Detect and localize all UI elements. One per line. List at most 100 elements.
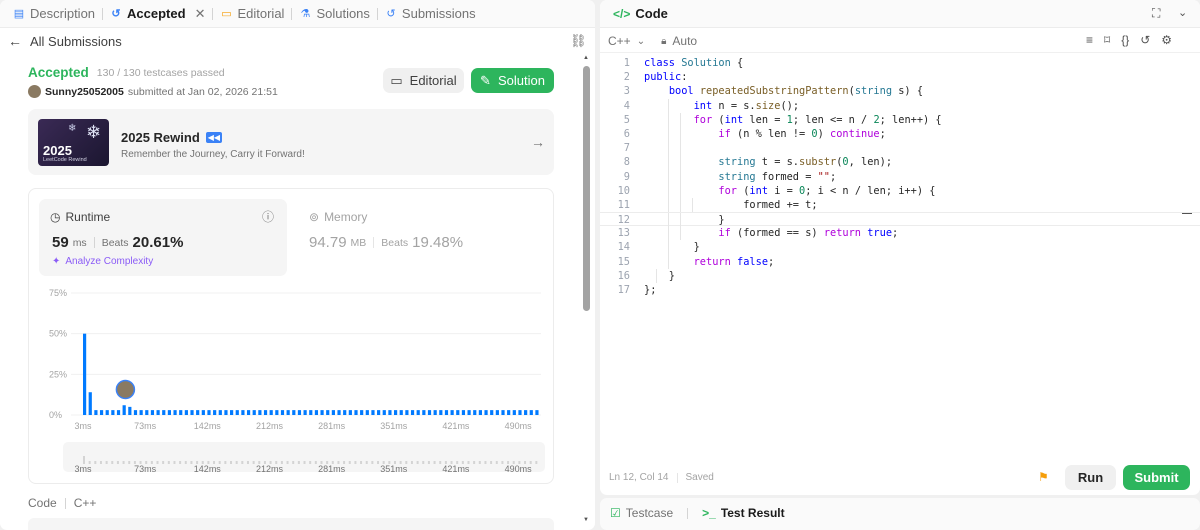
auto-mode-toggle[interactable]: Auto	[672, 34, 697, 48]
chart-bar	[360, 410, 364, 415]
line-number: 4	[623, 99, 630, 112]
settings-icon[interactable]: ⚙	[1161, 33, 1172, 47]
navigator-bar	[116, 461, 119, 464]
scrollbar-thumb[interactable]	[583, 66, 590, 311]
scroll-up-icon[interactable]: ▲	[583, 55, 589, 61]
navigator-bar	[190, 461, 193, 464]
description-panel: ▤ Description ↺ Accepted ✕ ▭ Editorial ⚗ Solu…	[0, 0, 595, 530]
chart-bar	[139, 410, 143, 415]
link-icon[interactable]: ⛓	[570, 33, 587, 49]
navigator-bar	[99, 461, 102, 464]
tab-testcase[interactable]: ☑ Testcase	[610, 506, 673, 520]
code-line[interactable]: 4 int n = s.size();	[600, 98, 1200, 113]
left-tab-bar: ▤ Description ↺ Accepted ✕ ▭ Editorial ⚗ Solu…	[0, 0, 595, 28]
code-line[interactable]: 2 public:	[600, 70, 1200, 84]
code-line[interactable]: 6 if (n % len != 0) continue;	[600, 126, 1200, 142]
code-line[interactable]: 7	[600, 141, 1200, 156]
navigator-tick-label: 351ms	[380, 464, 408, 474]
line-number: 15	[617, 255, 630, 268]
tab-editorial[interactable]: ▭ Editorial	[215, 6, 289, 21]
code-line[interactable]: 17};	[600, 283, 1200, 297]
code-line[interactable]: 16 }	[600, 268, 1200, 283]
line-number: 7	[623, 142, 630, 155]
rewind-banner[interactable]: ❄ ❄ 2025 LeetCode Rewind 2025 Rewind ◀◀ …	[28, 109, 554, 175]
navigator-bar	[167, 461, 170, 464]
chart-bar	[269, 410, 273, 415]
run-button[interactable]: Run	[1065, 465, 1116, 490]
code-line[interactable]: 8 string t = s.substr(0, len);	[600, 155, 1200, 170]
history-icon: ↺	[386, 7, 396, 20]
chart-bar	[252, 410, 256, 415]
navigator-tick-label: 142ms	[194, 464, 222, 474]
code-text: if (n % len != 0) continue;	[718, 127, 886, 140]
code-line[interactable]: 10 for (int i = 0; i < n / len; i++) {	[600, 183, 1200, 198]
tab-code[interactable]: </> Code	[608, 6, 673, 21]
runtime-distribution-chart[interactable]: 75% 50% 25% 0% 3ms 73ms 142ms 212ms 281ms 351ms 42…	[29, 189, 555, 485]
tab-description[interactable]: ▤ Description	[8, 6, 100, 21]
code-text: }	[644, 214, 725, 227]
username[interactable]: Sunny25052005	[45, 86, 124, 98]
maximize-icon[interactable]: ⛶	[1152, 6, 1160, 21]
code-line[interactable]: 9 string formed = "";	[600, 169, 1200, 184]
chart-bar	[235, 410, 239, 415]
code-line[interactable]: 15 return false;	[600, 254, 1200, 269]
chevron-down-icon[interactable]: ⌄	[637, 36, 645, 47]
code-preview-strip	[28, 518, 554, 530]
chart-bar	[179, 410, 183, 415]
navigator-bar	[473, 461, 476, 464]
chart-bar	[427, 410, 432, 415]
tab-test-result[interactable]: >_ Test Result	[702, 506, 784, 520]
code-line[interactable]: 11 formed += t;	[600, 197, 1200, 213]
navigator-bar	[416, 461, 419, 464]
editorial-button[interactable]: ▭ Editorial	[383, 68, 464, 93]
code-tab-bar: </> Code ⛶ ⌄	[600, 0, 1200, 28]
code-line[interactable]: 3 bool repeatedSubstringPattern(string s…	[600, 84, 1200, 98]
terminal-icon: >_	[702, 506, 716, 520]
navigator-bar	[111, 461, 114, 464]
chart-bar	[111, 410, 115, 415]
reset-icon[interactable]: ↺	[1140, 33, 1150, 47]
navigator-bar	[179, 461, 182, 464]
tab-submissions[interactable]: ↺ Submissions	[380, 6, 481, 21]
code-line[interactable]: 5 for (int len = 1; len <= n / 2; len++)…	[600, 112, 1200, 127]
chart-bar	[116, 410, 121, 415]
braces-icon[interactable]: {}	[1121, 33, 1129, 47]
tab-solutions[interactable]: ⚗ Solutions	[294, 6, 374, 21]
code-text: string formed = "";	[718, 170, 837, 183]
code-line[interactable]: 1 class Solution {	[600, 56, 1200, 70]
bookmark-icon[interactable]: ⌑	[1104, 33, 1110, 47]
code-editor[interactable]: 1 class Solution {2 public: 3 bool repeated…	[600, 56, 1200, 297]
submitted-time: submitted at Jan 02, 2026 21:51	[127, 85, 278, 98]
chevron-down-icon[interactable]: ⌄	[1178, 6, 1187, 19]
solution-button[interactable]: ✎ Solution	[471, 68, 554, 93]
back-to-submissions-link[interactable]: ← All Submissions	[8, 33, 122, 49]
chart-bar	[512, 410, 516, 415]
language-select[interactable]: C++	[608, 34, 631, 48]
format-icon[interactable]: ≡	[1086, 33, 1093, 47]
navigator-bar	[535, 461, 538, 464]
line-number: 9	[623, 170, 630, 183]
arrow-left-icon: ←	[8, 33, 22, 49]
code-line[interactable]: 14 }	[600, 240, 1200, 255]
chart-bar	[377, 410, 381, 415]
chart-bar	[133, 410, 138, 415]
scroll-down-icon[interactable]: ▼	[583, 517, 589, 523]
chart-bar	[94, 410, 98, 415]
debug-icon[interactable]: ⚑	[1038, 470, 1049, 484]
close-icon[interactable]: ✕	[195, 6, 206, 22]
avatar[interactable]	[28, 85, 41, 98]
snowflake-icon: ❄	[68, 123, 77, 134]
navigator-bar	[439, 461, 442, 464]
navigator-tick-label: 3ms	[74, 464, 92, 474]
code-line[interactable]: 13 if (formed == s) return true;	[600, 226, 1200, 241]
chart-bar	[337, 410, 341, 415]
navigator-bar	[184, 461, 187, 464]
navigator-tick-label: 421ms	[442, 464, 470, 474]
code-line[interactable]: 12 }	[600, 212, 1200, 228]
navigator-bar	[83, 456, 85, 464]
submit-button[interactable]: Submit	[1123, 465, 1190, 490]
tab-accepted[interactable]: ↺ Accepted ✕	[105, 6, 210, 22]
arrow-right-icon[interactable]: →	[531, 134, 545, 150]
chart-bar	[213, 410, 217, 415]
line-number: 11	[617, 198, 630, 211]
